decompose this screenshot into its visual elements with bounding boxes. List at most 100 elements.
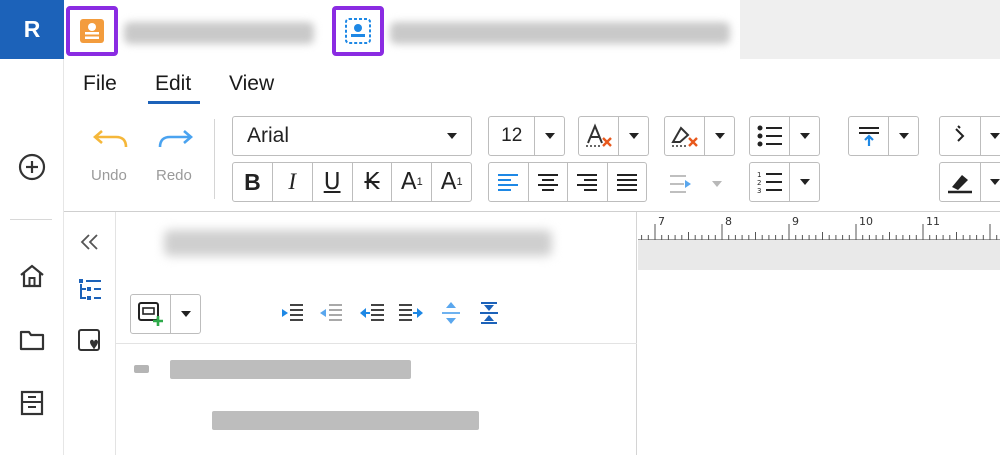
ruler-label: 8 <box>725 215 732 228</box>
subscript-button[interactable]: A1 <box>432 163 471 201</box>
paragraph-spacing-select[interactable] <box>848 116 919 156</box>
outdent-icon <box>320 304 342 321</box>
folder-icon <box>19 330 45 351</box>
outline-item-level-1[interactable] <box>170 360 411 379</box>
bold-button[interactable]: B <box>233 163 272 201</box>
move-right-button[interactable] <box>398 302 424 329</box>
redo-icon <box>158 130 193 148</box>
justify-button[interactable] <box>608 163 647 201</box>
strikethrough-button[interactable]: K <box>353 163 392 201</box>
font-family-value: Arial <box>247 124 290 147</box>
align-center-button[interactable] <box>529 163 568 201</box>
menu-view[interactable]: View <box>229 72 274 96</box>
collapse-panel-button[interactable] <box>74 226 106 258</box>
font-size-select[interactable]: 12 <box>488 116 565 156</box>
align-left-icon <box>498 174 519 191</box>
home-icon <box>20 264 44 288</box>
app-logo-letter: R <box>23 16 41 42</box>
chevron-down-icon <box>989 133 1000 139</box>
align-center-icon <box>537 174 558 191</box>
chevron-down-icon <box>712 181 722 187</box>
italic-button[interactable]: I <box>273 163 312 201</box>
indent-button[interactable] <box>280 302 304 329</box>
indent-select[interactable] <box>668 170 740 198</box>
numbered-list-icon: 123 <box>757 171 782 194</box>
numbered-list-select[interactable]: 123 <box>749 162 820 202</box>
format-painter-select[interactable] <box>939 116 1000 156</box>
bullet-list-select[interactable] <box>749 116 820 156</box>
chevron-down-icon <box>628 133 639 139</box>
ruler-margin-area <box>638 240 1000 270</box>
chevron-down-icon <box>898 133 909 139</box>
compress-button[interactable] <box>479 301 499 330</box>
paragraph-spacing-icon <box>858 127 879 146</box>
underline-button[interactable]: U <box>313 163 352 201</box>
document-tab-1[interactable] <box>66 6 118 56</box>
toolbar: Undo Redo Arial B I U K A1 A1 12 1 2 3 <box>64 105 1000 212</box>
highlight-select[interactable] <box>939 162 1000 202</box>
compress-icon <box>480 302 498 324</box>
outline-collapse-toggle[interactable] <box>134 365 149 373</box>
toolbar-divider <box>214 119 215 199</box>
redo-label: Redo <box>156 167 192 184</box>
active-menu-indicator <box>148 101 200 104</box>
archive-icon <box>20 390 44 416</box>
add-topic-select[interactable] <box>130 294 201 334</box>
svg-text:1: 1 <box>757 171 761 179</box>
outline-tab[interactable] <box>74 274 106 306</box>
favorites-tab[interactable] <box>74 325 106 357</box>
ruler-label: 7 <box>658 215 665 228</box>
outline-item-level-2[interactable] <box>212 411 479 430</box>
menu-file[interactable]: File <box>83 72 117 96</box>
home-button[interactable] <box>16 260 48 292</box>
collapse-icon <box>80 234 98 250</box>
move-left-icon <box>360 304 384 321</box>
left-rail <box>0 59 64 455</box>
highlight-icon <box>948 175 972 194</box>
bullet-list-icon <box>757 125 782 147</box>
document-canvas[interactable] <box>638 270 1000 455</box>
superscript-button[interactable]: A1 <box>392 163 431 201</box>
outdent-button[interactable] <box>319 302 343 329</box>
align-right-button[interactable] <box>568 163 607 201</box>
move-left-button[interactable] <box>359 302 385 329</box>
outline-title-blurred <box>164 230 552 256</box>
chevron-down-icon <box>799 179 810 185</box>
chevron-down-icon <box>544 133 555 139</box>
document-tab-2-title[interactable] <box>390 22 730 44</box>
undo-icon <box>93 130 128 148</box>
document-blue-icon <box>345 18 371 44</box>
indent-disabled-icon <box>670 175 691 193</box>
files-button[interactable] <box>16 324 48 356</box>
menu-edit[interactable]: Edit <box>155 72 191 96</box>
svg-text:2: 2 <box>757 179 761 187</box>
justify-icon <box>616 174 637 191</box>
rail-divider <box>10 219 52 220</box>
ruler-label: 10 <box>859 215 873 228</box>
document-orange-icon <box>80 19 104 43</box>
add-circle-icon <box>18 153 46 181</box>
indent-icon <box>282 304 303 321</box>
app-logo[interactable]: R <box>0 0 64 59</box>
font-family-select[interactable]: Arial <box>232 116 472 156</box>
chevron-down-icon <box>799 133 810 139</box>
title-bar: R <box>0 0 1000 59</box>
undo-button[interactable] <box>92 125 130 156</box>
document-tab-1-title[interactable] <box>124 22 314 44</box>
new-button[interactable] <box>16 151 48 183</box>
panel-icon-column <box>64 212 116 455</box>
chevron-down-icon <box>180 311 191 317</box>
clear-style-select[interactable] <box>664 116 735 156</box>
align-left-button[interactable] <box>489 163 528 201</box>
chevron-down-icon <box>447 133 457 139</box>
ruler-ticks: 7 8 9 10 11 <box>641 215 998 240</box>
archive-button[interactable] <box>16 387 48 419</box>
redo-button[interactable] <box>156 125 194 156</box>
ruler-label: 9 <box>792 215 799 228</box>
document-tab-2[interactable] <box>332 6 384 56</box>
favorite-icon <box>78 329 100 351</box>
font-size-value: 12 <box>501 125 523 146</box>
expand-button[interactable] <box>441 301 461 330</box>
text-style-group: B I U K A1 A1 <box>232 162 472 202</box>
clear-format-select[interactable] <box>578 116 649 156</box>
